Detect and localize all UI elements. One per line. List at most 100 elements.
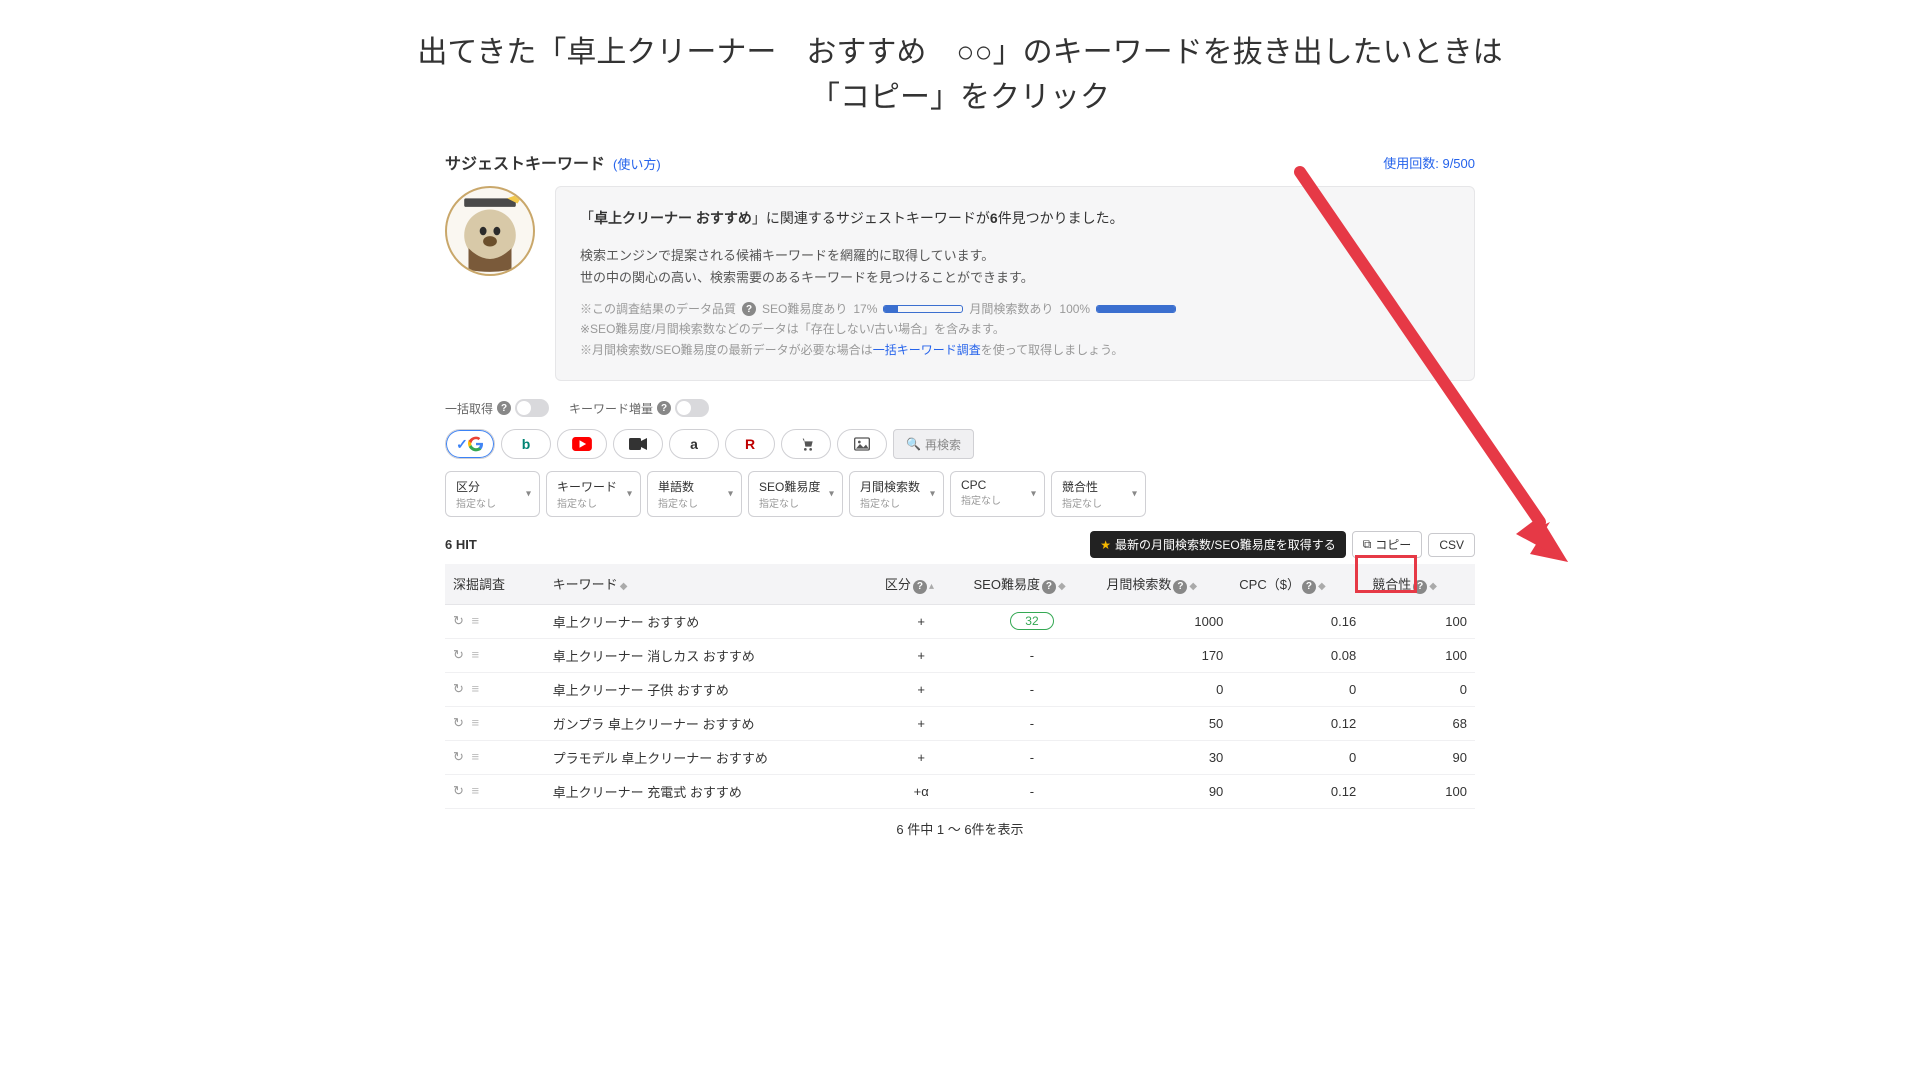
seo-quality-bar — [883, 305, 963, 313]
cpc-cell: 0 — [1231, 672, 1364, 706]
source-video-button[interactable] — [613, 429, 663, 459]
table-row: ↻ ≡ ガンプラ 卓上クリーナー おすすめ+-500.1268 — [445, 706, 1475, 740]
drag-icon[interactable]: ≡ — [472, 749, 482, 764]
category-cell: + — [877, 740, 966, 774]
competition-cell: 0 — [1364, 672, 1475, 706]
competition-cell: 90 — [1364, 740, 1475, 774]
category-cell: + — [877, 604, 966, 638]
filter-1[interactable]: キーワード指定なし — [546, 471, 641, 517]
competition-cell: 100 — [1364, 638, 1475, 672]
search-icon: 🔍 — [906, 437, 921, 451]
seo-cell: - — [966, 706, 1099, 740]
competition-cell: 100 — [1364, 774, 1475, 808]
cpc-cell: 0.12 — [1231, 706, 1364, 740]
refresh-icon[interactable]: ↻ — [453, 749, 466, 764]
th-dig[interactable]: 深掘調査 — [445, 564, 545, 604]
volume-cell: 170 — [1098, 638, 1231, 672]
drag-icon[interactable]: ≡ — [472, 647, 482, 662]
refresh-icon[interactable]: ↻ — [453, 715, 466, 730]
table-row: ↻ ≡卓上クリーナー おすすめ+3210000.16100 — [445, 604, 1475, 638]
category-cell: + — [877, 706, 966, 740]
seo-cell: 32 — [966, 604, 1099, 638]
page-title: サジェストキーワード — [445, 150, 605, 174]
cpc-cell: 0.08 — [1231, 638, 1364, 672]
howto-link[interactable]: (使い方) — [613, 154, 661, 173]
mascot-avatar — [445, 186, 535, 276]
cpc-cell: 0 — [1231, 740, 1364, 774]
fetch-latest-button[interactable]: ★最新の月間検索数/SEO難易度を取得する — [1090, 531, 1345, 558]
competition-cell: 68 — [1364, 706, 1475, 740]
filter-3[interactable]: SEO難易度指定なし — [748, 471, 843, 517]
keyword-cell[interactable]: 卓上クリーナー 充電式 おすすめ — [545, 774, 877, 808]
copy-icon: ⧉ — [1363, 537, 1372, 552]
keyword-table: 深掘調査 キーワード◆ 区分?▴ SEO難易度?◆ 月間検索数?◆ CPC（$）… — [445, 564, 1475, 809]
volume-cell: 0 — [1098, 672, 1231, 706]
keyword-cell[interactable]: ガンプラ 卓上クリーナー おすすめ — [545, 706, 877, 740]
volume-quality-bar — [1096, 305, 1176, 313]
help-icon[interactable]: ? — [497, 401, 511, 415]
volume-cell: 90 — [1098, 774, 1231, 808]
bulk-research-link[interactable]: 一括キーワード調査 — [873, 343, 981, 357]
annotation-text: 出てきた「卓上クリーナー おすすめ ○○」のキーワードを抜き出したいときは 「コ… — [0, 0, 1920, 130]
source-amazon-button[interactable]: a — [669, 429, 719, 459]
refresh-icon[interactable]: ↻ — [453, 647, 466, 662]
refresh-icon[interactable]: ↻ — [453, 783, 466, 798]
increase-toggle-label: キーワード増量 — [569, 400, 653, 417]
filter-4[interactable]: 月間検索数指定なし — [849, 471, 944, 517]
keyword-cell[interactable]: 卓上クリーナー おすすめ — [545, 604, 877, 638]
volume-cell: 30 — [1098, 740, 1231, 774]
th-category[interactable]: 区分?▴ — [877, 564, 966, 604]
seo-cell: - — [966, 740, 1099, 774]
drag-icon[interactable]: ≡ — [472, 613, 482, 628]
filter-5[interactable]: CPC指定なし — [950, 471, 1045, 517]
th-competition[interactable]: 競合性?◆ — [1364, 564, 1475, 604]
refresh-icon[interactable]: ↻ — [453, 681, 466, 696]
table-row: ↻ ≡卓上クリーナー 消しカス おすすめ+-1700.08100 — [445, 638, 1475, 672]
table-row: ↻ ≡卓上クリーナー 子供 おすすめ+-000 — [445, 672, 1475, 706]
cpc-cell: 0.12 — [1231, 774, 1364, 808]
keyword-cell[interactable]: 卓上クリーナー 消しカス おすすめ — [545, 638, 877, 672]
app-panel: サジェストキーワード (使い方) 使用回数: 9/500 「卓上クリーナー おす… — [445, 150, 1475, 848]
filter-0[interactable]: 区分指定なし — [445, 471, 540, 517]
filter-6[interactable]: 競合性指定なし — [1051, 471, 1146, 517]
research-button[interactable]: 🔍再検索 — [893, 429, 974, 459]
seo-cell: - — [966, 774, 1099, 808]
seo-cell: - — [966, 638, 1099, 672]
th-seo[interactable]: SEO難易度?◆ — [966, 564, 1099, 604]
source-shopping-button[interactable] — [781, 429, 831, 459]
keyword-cell[interactable]: 卓上クリーナー 子供 おすすめ — [545, 672, 877, 706]
filter-2[interactable]: 単語数指定なし — [647, 471, 742, 517]
cpc-cell: 0.16 — [1231, 604, 1364, 638]
th-keyword[interactable]: キーワード◆ — [545, 564, 877, 604]
source-bing-button[interactable]: b — [501, 429, 551, 459]
refresh-icon[interactable]: ↻ — [453, 613, 466, 628]
hit-count: 6 HIT — [445, 537, 477, 552]
seo-badge: 32 — [1010, 612, 1053, 630]
source-google-button[interactable]: ✓ — [445, 429, 495, 459]
drag-icon[interactable]: ≡ — [472, 715, 482, 730]
drag-icon[interactable]: ≡ — [472, 783, 482, 798]
drag-icon[interactable]: ≡ — [472, 681, 482, 696]
volume-cell: 50 — [1098, 706, 1231, 740]
help-icon[interactable]: ? — [657, 401, 671, 415]
copy-button[interactable]: ⧉コピー — [1352, 531, 1423, 558]
increase-toggle[interactable] — [675, 399, 709, 417]
table-row: ↻ ≡卓上クリーナー 充電式 おすすめ+α-900.12100 — [445, 774, 1475, 808]
csv-button[interactable]: CSV — [1428, 533, 1475, 557]
seo-cell: - — [966, 672, 1099, 706]
source-rakuten-button[interactable]: R — [725, 429, 775, 459]
help-icon[interactable]: ? — [742, 302, 756, 316]
source-image-button[interactable] — [837, 429, 887, 459]
bulk-toggle-label: 一括取得 — [445, 400, 493, 417]
category-cell: + — [877, 672, 966, 706]
source-youtube-button[interactable] — [557, 429, 607, 459]
pagination-label: 6 件中 1 〜 6件を表示 — [445, 809, 1475, 848]
th-volume[interactable]: 月間検索数?◆ — [1098, 564, 1231, 604]
th-cpc[interactable]: CPC（$）?◆ — [1231, 564, 1364, 604]
volume-cell: 1000 — [1098, 604, 1231, 638]
table-row: ↻ ≡ プラモデル 卓上クリーナー おすすめ+-30090 — [445, 740, 1475, 774]
bulk-toggle[interactable] — [515, 399, 549, 417]
star-icon: ★ — [1100, 538, 1111, 552]
keyword-cell[interactable]: プラモデル 卓上クリーナー おすすめ — [545, 740, 877, 774]
filter-row: 区分指定なしキーワード指定なし単語数指定なしSEO難易度指定なし月間検索数指定な… — [445, 471, 1475, 517]
